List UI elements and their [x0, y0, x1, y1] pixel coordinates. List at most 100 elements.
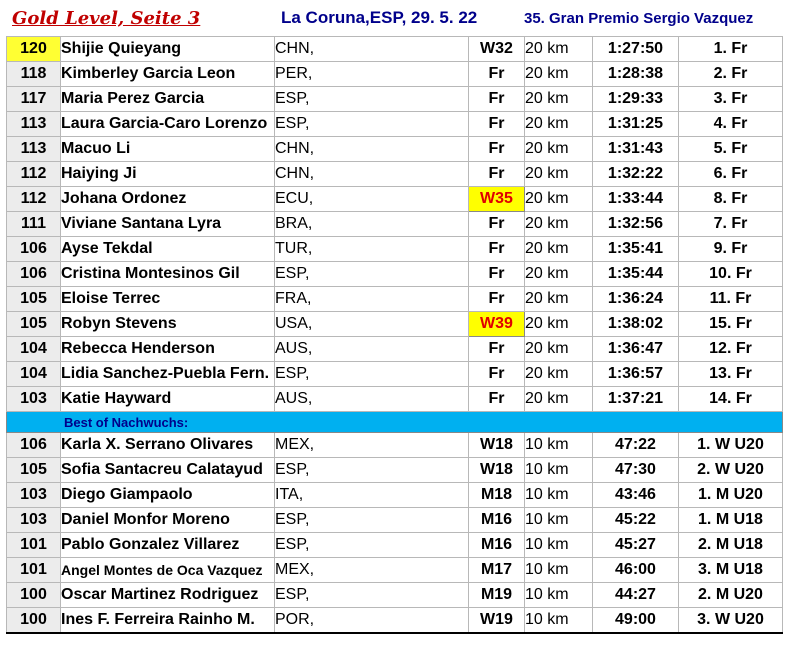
result-row: 113 Macuo Li CHN, Fr 20 km 1:31:43 5. Fr	[6, 136, 783, 162]
race-name: 35. Gran Premio Sergio Vazquez	[524, 9, 754, 27]
category-cell: Fr	[468, 161, 525, 187]
result-row: 104 Lidia Sanchez-Puebla Fern. ESP, Fr 20 km…	[6, 361, 783, 387]
time-cell: 1:36:24	[592, 286, 679, 312]
time-cell: 43:46	[592, 482, 679, 508]
distance-cell: 20 km	[524, 86, 593, 112]
points-cell: 104	[6, 336, 61, 362]
country-cell: ESP,	[274, 582, 469, 608]
points-cell: 101	[6, 532, 61, 558]
time-cell: 1:36:47	[592, 336, 679, 362]
place-cell: 9. Fr	[678, 236, 783, 262]
result-row: 105 Robyn Stevens USA, W39 20 km 1:38:02 15. F…	[6, 311, 783, 337]
points-cell: 103	[6, 507, 61, 533]
results-table: 120 Shijie Quieyang CHN, W32 20 km 1:27:50 1. …	[6, 36, 783, 634]
distance-cell: 10 km	[524, 432, 593, 458]
time-cell: 1:31:25	[592, 111, 679, 137]
points-cell: 111	[6, 211, 61, 237]
time-cell: 1:38:02	[592, 311, 679, 337]
place-cell: 2. M U20	[678, 582, 783, 608]
time-cell: 1:29:33	[592, 86, 679, 112]
athlete-name: Karla X. Serrano Olivares	[60, 432, 275, 458]
place-cell: 1. M U18	[678, 507, 783, 533]
country-cell: ESP,	[274, 507, 469, 533]
points-cell: 106	[6, 432, 61, 458]
country-cell: CHN,	[274, 136, 469, 162]
category-cell: Fr	[468, 211, 525, 237]
athlete-name: Pablo Gonzalez Villarez	[60, 532, 275, 558]
category-cell: W39	[468, 311, 525, 337]
category-cell: M17	[468, 557, 525, 583]
country-cell: TUR,	[274, 236, 469, 262]
distance-cell: 20 km	[524, 136, 593, 162]
time-cell: 47:22	[592, 432, 679, 458]
youth-row: 100 Oscar Martinez Rodriguez ESP, M19 10 km 4…	[6, 582, 783, 608]
athlete-name: Maria Perez Garcia	[60, 86, 275, 112]
time-cell: 45:27	[592, 532, 679, 558]
place-cell: 11. Fr	[678, 286, 783, 312]
category-cell: Fr	[468, 386, 525, 412]
time-cell: 1:27:50	[592, 36, 679, 62]
country-cell: MEX,	[274, 432, 469, 458]
result-row: 106 Ayse Tekdal TUR, Fr 20 km 1:35:41 9. Fr	[6, 236, 783, 262]
country-cell: POR,	[274, 607, 469, 634]
category-cell: M19	[468, 582, 525, 608]
place-cell: 6. Fr	[678, 161, 783, 187]
distance-cell: 20 km	[524, 286, 593, 312]
distance-cell: 20 km	[524, 386, 593, 412]
distance-cell: 20 km	[524, 361, 593, 387]
distance-cell: 10 km	[524, 582, 593, 608]
place-cell: 1. M U20	[678, 482, 783, 508]
athlete-name: Haiying Ji	[60, 161, 275, 187]
athlete-name: Robyn Stevens	[60, 311, 275, 337]
country-cell: ITA,	[274, 482, 469, 508]
athlete-name: Eloise Terrec	[60, 286, 275, 312]
place-cell: 7. Fr	[678, 211, 783, 237]
result-row: 106 Cristina Montesinos Gil ESP, Fr 20 km 1:3…	[6, 261, 783, 287]
distance-cell: 20 km	[524, 311, 593, 337]
place-cell: 5. Fr	[678, 136, 783, 162]
category-cell: W32	[468, 36, 525, 62]
athlete-name: Kimberley Garcia Leon	[60, 61, 275, 87]
youth-row: 101 Angel Montes de Oca Vazquez MEX, M17 10 …	[6, 557, 783, 583]
athlete-name: Sofia Santacreu Calatayud	[60, 457, 275, 483]
section-row: Best of Nachwuchs:	[6, 411, 783, 433]
category-cell: M18	[468, 482, 525, 508]
distance-cell: 10 km	[524, 482, 593, 508]
country-cell: CHN,	[274, 36, 469, 62]
place-cell: 12. Fr	[678, 336, 783, 362]
distance-cell: 20 km	[524, 236, 593, 262]
distance-cell: 20 km	[524, 336, 593, 362]
time-cell: 1:32:22	[592, 161, 679, 187]
results-sheet: Gold Level, Seite 3 La Coruna,ESP, 29. 5…	[0, 0, 785, 662]
place-cell: 3. W U20	[678, 607, 783, 634]
country-cell: MEX,	[274, 557, 469, 583]
time-cell: 49:00	[592, 607, 679, 634]
result-row: 117 Maria Perez Garcia ESP, Fr 20 km 1:29:33 3…	[6, 86, 783, 112]
athlete-name: Angel Montes de Oca Vazquez	[60, 557, 275, 583]
sheet-title: Gold Level, Seite 3	[12, 7, 201, 29]
event-info: La Coruna,ESP, 29. 5. 22	[281, 8, 478, 27]
points-cell: 103	[6, 386, 61, 412]
points-cell: 100	[6, 582, 61, 608]
result-row: 112 Haiying Ji CHN, Fr 20 km 1:32:22 6. Fr	[6, 161, 783, 187]
time-cell: 1:32:56	[592, 211, 679, 237]
youth-row: 106 Karla X. Serrano Olivares MEX, W18 10 km…	[6, 432, 783, 458]
country-cell: AUS,	[274, 336, 469, 362]
points-cell: 112	[6, 186, 61, 212]
points-cell: 113	[6, 111, 61, 137]
points-cell: 106	[6, 261, 61, 287]
athlete-name: Daniel Monfor Moreno	[60, 507, 275, 533]
country-cell: CHN,	[274, 161, 469, 187]
athlete-name: Diego Giampaolo	[60, 482, 275, 508]
country-cell: ESP,	[274, 111, 469, 137]
category-cell: Fr	[468, 111, 525, 137]
category-cell: M16	[468, 532, 525, 558]
country-cell: FRA,	[274, 286, 469, 312]
section-label: Best of Nachwuchs:	[6, 411, 783, 433]
country-cell: ECU,	[274, 186, 469, 212]
country-cell: USA,	[274, 311, 469, 337]
distance-cell: 20 km	[524, 211, 593, 237]
category-cell: Fr	[468, 86, 525, 112]
time-cell: 1:28:38	[592, 61, 679, 87]
athlete-name: Oscar Martinez Rodriguez	[60, 582, 275, 608]
